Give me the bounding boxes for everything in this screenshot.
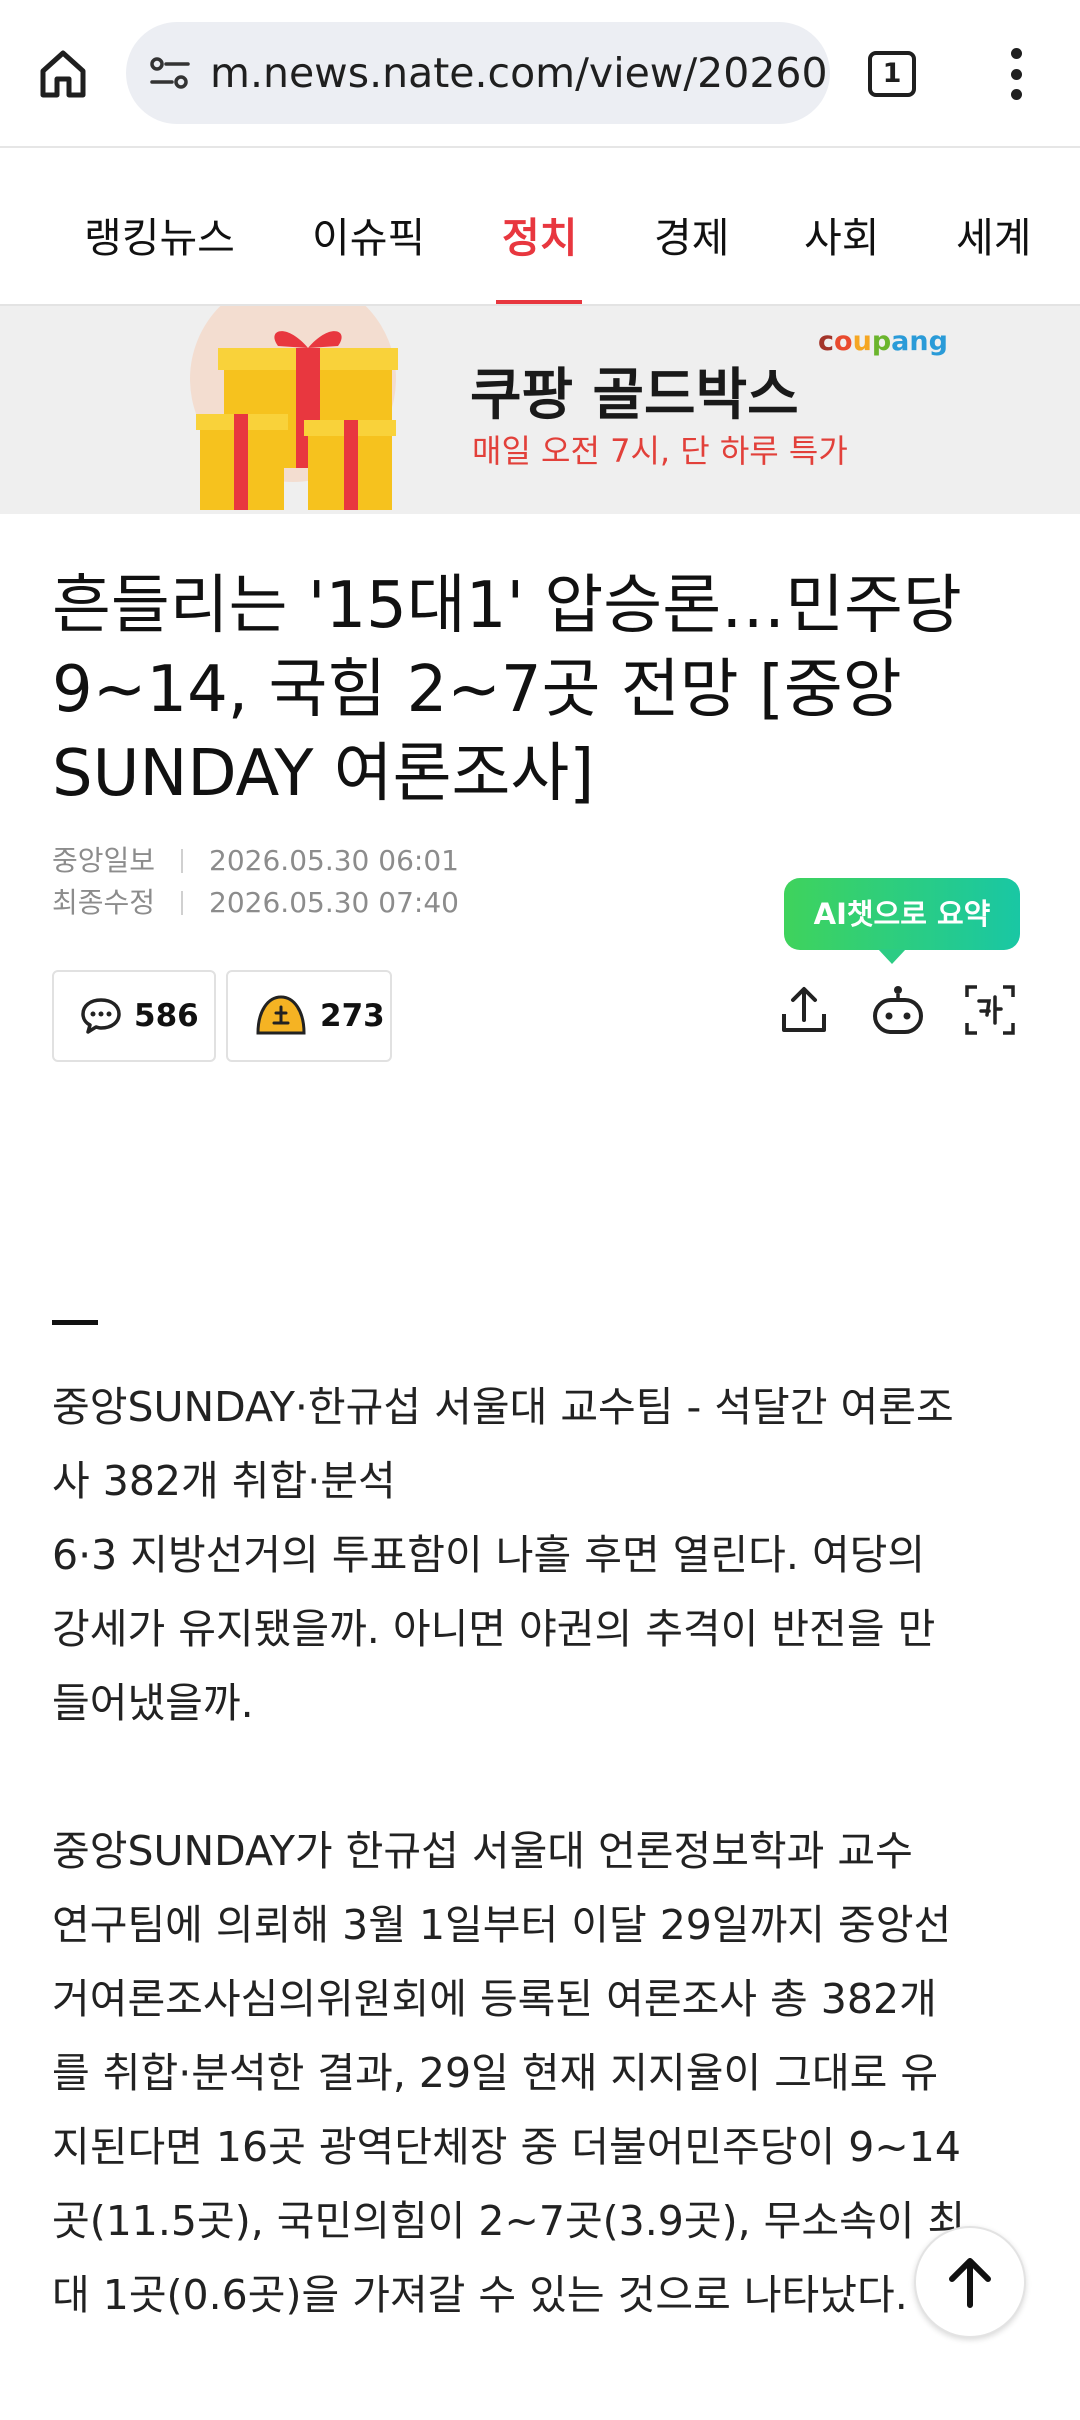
divider xyxy=(181,891,184,915)
published-time: 2026.05.30 06:01 xyxy=(209,844,459,877)
body-line: 중앙SUNDAY·한규섭 서울대 교수팀 - 석달간 여론조 xyxy=(52,1383,954,1431)
body-line: 중앙SUNDAY가 한규섭 서울대 언론정보학과 교수 xyxy=(52,1827,913,1875)
comment-button[interactable]: 586 xyxy=(52,970,216,1062)
tab-world[interactable]: 세계 xyxy=(956,150,1031,304)
body-line: 지된다면 16곳 광역단체장 중 더불어민주당이 9~14 xyxy=(52,2123,961,2171)
coupang-logo: coupang xyxy=(818,326,948,357)
comment-icon xyxy=(81,998,121,1034)
headline-line: 흔들리는 '15대1' 압승론…민주당 xyxy=(52,569,962,643)
browser-toolbar: m.news.nate.com/view/2026053 1 xyxy=(0,0,1080,148)
modified-time: 2026.05.30 07:40 xyxy=(209,886,459,919)
home-icon[interactable] xyxy=(30,40,96,106)
address-bar[interactable]: m.news.nate.com/view/2026053 xyxy=(126,22,830,124)
tab-issue-pick[interactable]: 이슈픽 xyxy=(312,150,425,304)
article-body: 중앙SUNDAY·한규섭 서울대 교수팀 - 석달간 여론조 사 382개 취합… xyxy=(52,1370,1032,2406)
scroll-to-top-button[interactable] xyxy=(914,2226,1026,2338)
body-line: 들어냈을까. xyxy=(52,1679,254,1727)
url-text: m.news.nate.com/view/2026053 xyxy=(210,49,830,97)
headline-line: SUNDAY 여론조사] xyxy=(52,737,595,811)
tab-ranking-news[interactable]: 랭킹뉴스 xyxy=(84,150,235,304)
font-size-icon[interactable] xyxy=(960,980,1020,1040)
comment-count: 586 xyxy=(134,998,199,1034)
divider xyxy=(181,849,184,873)
tabs-icon[interactable]: 1 xyxy=(868,51,916,97)
reaction-button[interactable]: 273 xyxy=(226,970,392,1062)
tab-politics[interactable]: 정치 xyxy=(502,150,577,304)
article-meta: 중앙일보 2026.05.30 06:01 최종수정 2026.05.30 07… xyxy=(52,840,459,924)
body-line: 곳(11.5곳), 국민의힘이 2~7곳(3.9곳), 무소속이 최 xyxy=(52,2197,966,2245)
body-line: 6·3 지방선거의 투표함이 나흘 후면 열린다. 여당의 xyxy=(52,1531,926,1579)
body-divider xyxy=(52,1320,98,1325)
more-menu-icon[interactable] xyxy=(996,44,1036,104)
reaction-icon xyxy=(256,995,306,1035)
ai-summary-tooltip[interactable]: AI챗으로 요약 xyxy=(784,878,1020,964)
source-name: 중앙일보 xyxy=(52,844,156,877)
ai-bot-icon[interactable] xyxy=(868,980,928,1040)
tab-society[interactable]: 사회 xyxy=(804,150,879,304)
category-nav: 랭킹뉴스 이슈픽 정치 경제 사회 세계 xyxy=(0,150,1080,306)
active-tab-indicator xyxy=(496,300,582,304)
headline-line: 9~14, 국힘 2~7곳 전망 [중앙 xyxy=(52,653,902,727)
body-line: 를 취합·분석한 결과, 29일 현재 지지율이 그대로 유 xyxy=(52,2049,939,2097)
paragraph: 중앙SUNDAY가 한규섭 서울대 언론정보학과 교수 연구팀에 의뢰해 3월 … xyxy=(52,1814,1032,2332)
ad-banner[interactable]: 쿠팡 골드박스 매일 오전 7시, 단 하루 특가 coupang xyxy=(0,306,1080,514)
tab-economy[interactable]: 경제 xyxy=(654,150,729,304)
body-line: 사 382개 취합·분석 xyxy=(52,1457,396,1505)
gift-box-icon xyxy=(196,331,398,510)
body-line: 거여론조사심의위원회에 등록된 여론조사 총 382개 xyxy=(52,1975,937,2023)
body-line: 대 1곳(0.6곳)을 가져갈 수 있는 것으로 나타났다. xyxy=(52,2271,908,2319)
ad-subtitle: 매일 오전 7시, 단 하루 특가 xyxy=(472,432,848,470)
body-line: 강세가 유지됐을까. 아니면 야권의 추격이 반전을 만 xyxy=(52,1605,936,1653)
article-headline: 흔들리는 '15대1' 압승론…민주당 9~14, 국힘 2~7곳 전망 [중앙… xyxy=(52,564,1042,816)
share-icon[interactable] xyxy=(774,980,834,1040)
paragraph: 중앙SUNDAY·한규섭 서울대 교수팀 - 석달간 여론조 사 382개 취합… xyxy=(52,1370,1032,1740)
modified-label: 최종수정 xyxy=(52,886,156,919)
arrow-up-icon xyxy=(949,2258,991,2308)
reaction-count: 273 xyxy=(320,998,385,1034)
ad-title: 쿠팡 골드박스 xyxy=(470,363,799,428)
site-info-icon[interactable] xyxy=(148,52,192,96)
body-line: 연구팀에 의뢰해 3월 1일부터 이달 29일까지 중앙선 xyxy=(52,1901,952,1949)
